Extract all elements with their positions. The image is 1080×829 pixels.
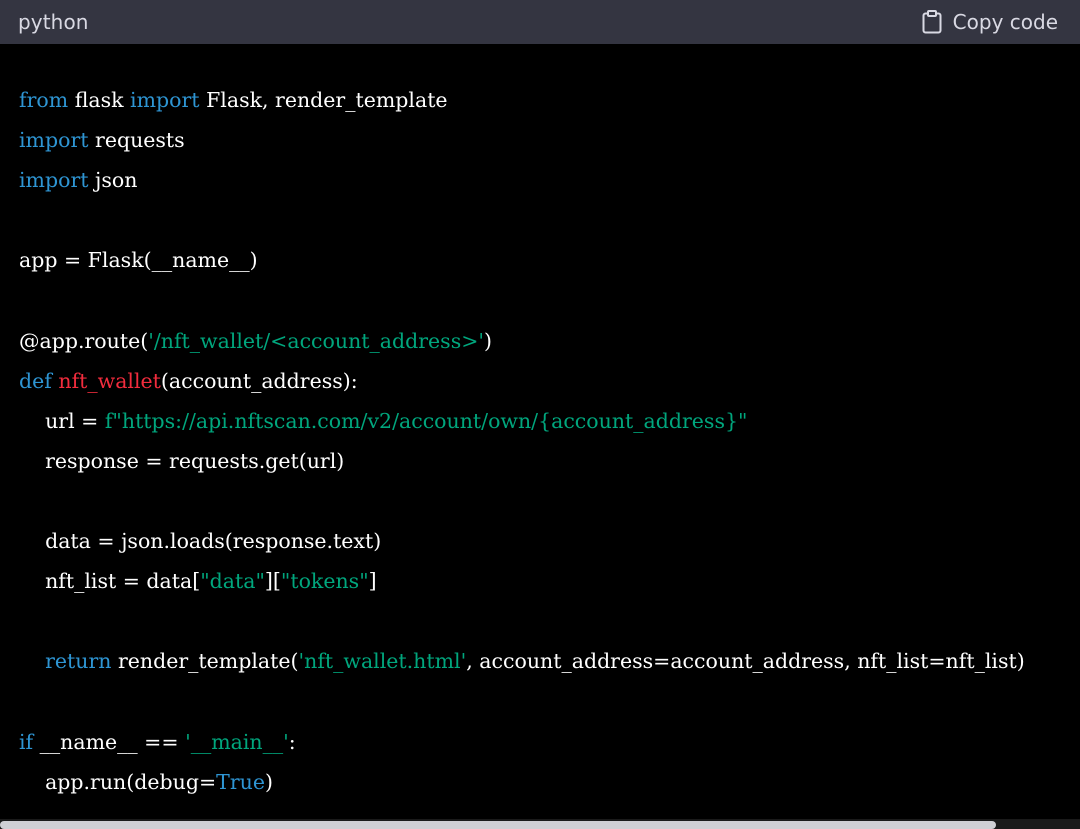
code-line: import requests [19,120,1025,160]
code-token-keyword: True [216,769,265,794]
code-token-keyword: def [19,368,52,393]
code-token-plain: __name__ == [33,729,186,754]
code-token-plain: render_template( [111,649,299,674]
code-token-plain: @app.route( [19,328,149,353]
code-token-plain: json [88,168,138,193]
code-token-plain: app.run(debug= [19,769,217,794]
code-line: return render_template('nft_wallet.html'… [19,641,1025,681]
code-token-string: '__main__' [185,729,289,754]
code-token-plain: ) [264,769,273,794]
code-token-keyword: if [19,729,34,754]
code-token-string: "data" [200,569,265,594]
code-block: python Copy code from flask import Flask… [0,0,1080,829]
code-line: response = requests.get(url) [19,441,1025,481]
code-token-keyword: import [19,128,89,153]
code-line: app.run(debug=True) [19,762,1025,802]
code-line: data = json.loads(response.text) [19,521,1025,561]
copy-code-label: Copy code [952,10,1058,34]
code-token-plain: (account_address): [160,368,358,393]
code-token-func: nft_wallet [58,368,161,393]
code-token-keyword: import [19,168,89,193]
language-label: python [18,10,89,34]
code-line: if __name__ == '__main__': [19,722,1025,762]
code-block-header: python Copy code [0,0,1080,44]
code-token-plain: response = requests.get(url) [19,448,345,473]
code-token-plain: Flask, render_template [199,88,448,112]
code-area[interactable]: from flask import Flask, render_template… [0,44,1080,819]
code-token-plain: ][ [264,569,281,594]
code-token-plain: url = [19,408,105,433]
code-token-plain: , account_address=account_address, nft_l… [466,649,1025,674]
code-token-keyword: return [45,649,112,674]
code-line: import json [19,160,1025,200]
code-token-plain: app = Flask(__name__) [19,248,258,273]
code-token-string: f"https://api.nftscan.com/v2/account/own… [104,408,748,433]
code-token-plain: ] [368,569,377,594]
code-text: from flask import Flask, render_template… [19,80,1025,802]
code-token-keyword: import [130,88,200,112]
copy-code-button[interactable]: Copy code [921,10,1058,34]
code-token-string: 'nft_wallet.html' [298,649,467,674]
code-token-keyword: from [19,88,69,112]
code-line: nft_list = data["data"]["tokens"] [19,561,1025,601]
code-line: from flask import Flask, render_template [19,80,1025,120]
code-line: @app.route('/nft_wallet/<account_address… [19,321,1025,361]
code-token-plain: requests [88,128,185,153]
code-token-plain: : [288,729,296,754]
code-line: url = f"https://api.nftscan.com/v2/accou… [19,401,1025,441]
horizontal-scrollbar[interactable] [0,819,1080,829]
code-token-plain: data = json.loads(response.text) [19,529,382,554]
scrollbar-thumb[interactable] [0,821,996,829]
code-token-plain: nft_list = data[ [19,569,201,594]
code-token-plain: ) [484,328,493,353]
code-token-string: "tokens" [280,569,369,594]
code-token-string: '/nft_wallet/<account_address>' [148,328,485,353]
code-line: def nft_wallet(account_address): [19,361,1025,401]
code-token-plain: flask [68,88,131,112]
code-line: app = Flask(__name__) [19,240,1025,280]
clipboard-icon [921,10,943,34]
